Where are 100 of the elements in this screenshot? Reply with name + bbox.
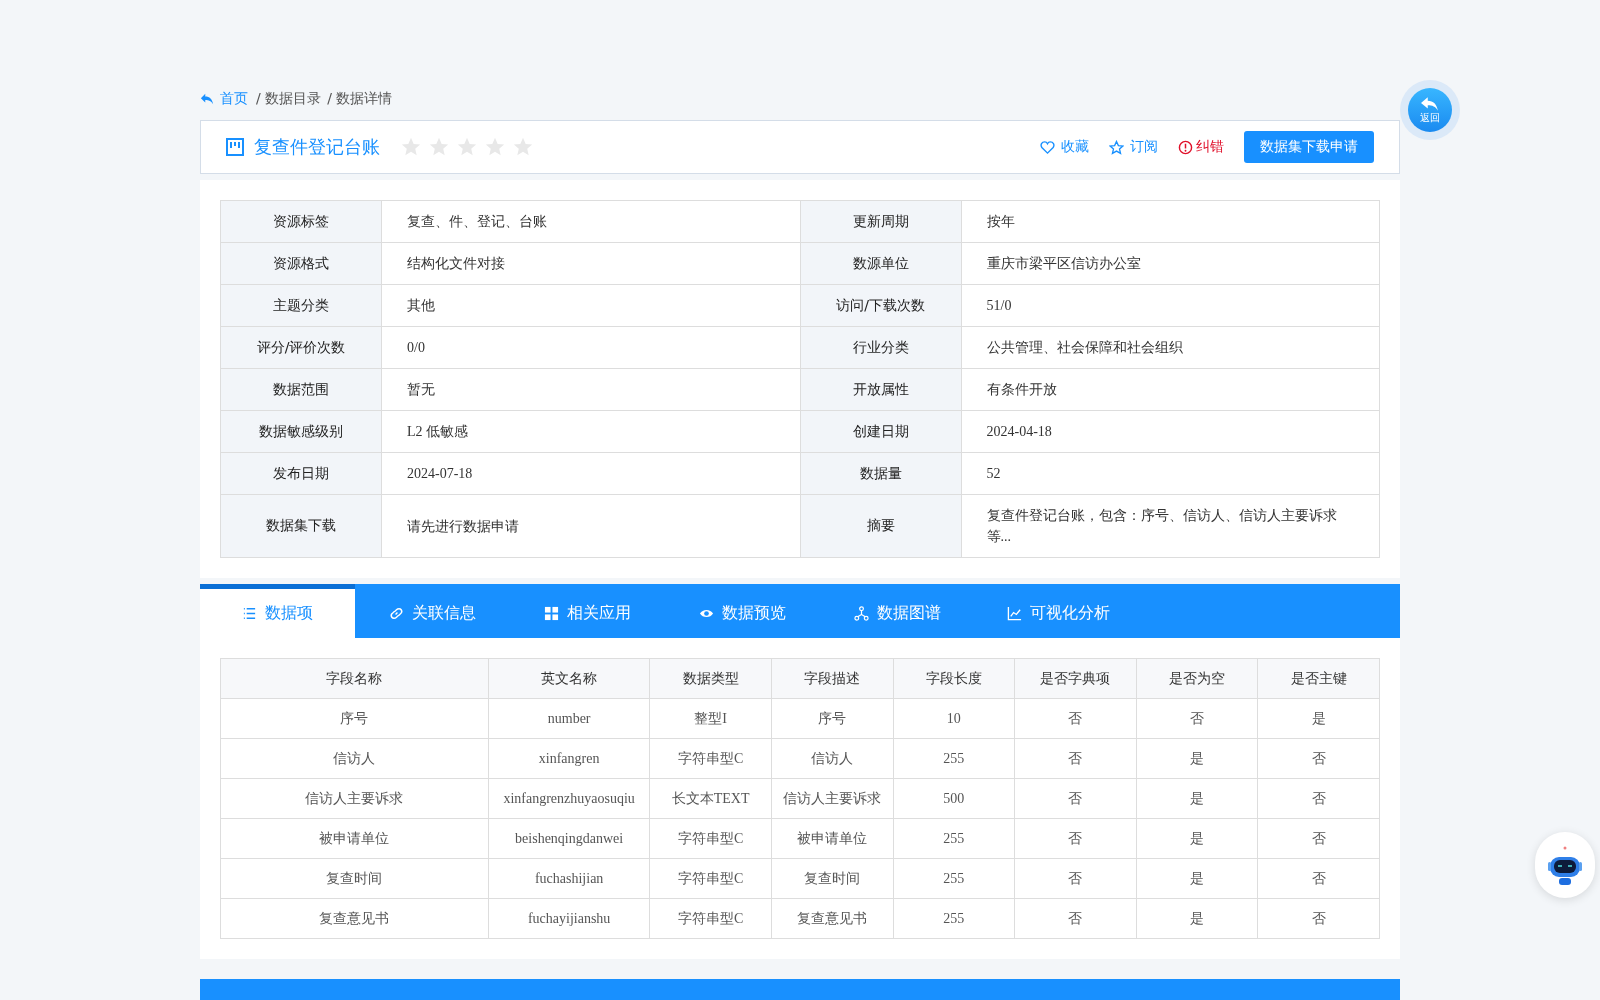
table-cell: 否: [1014, 898, 1137, 939]
field-label: 摘要: [800, 495, 962, 558]
back-button[interactable]: 返回: [1408, 88, 1452, 132]
tab[interactable]: 数据项: [200, 584, 355, 638]
tab[interactable]: 数据图谱: [820, 584, 975, 638]
column-header: 数据类型: [649, 658, 772, 699]
subscribe-link[interactable]: 订阅: [1109, 138, 1158, 156]
field-label: 数据量: [800, 453, 962, 495]
table-cell: 字符串型C: [649, 898, 772, 939]
tab[interactable]: 相关应用: [510, 584, 665, 638]
alert-icon: [1178, 139, 1193, 155]
table-cell: 否: [1014, 698, 1137, 739]
field-value: L2 低敏感: [407, 423, 469, 441]
assistant-button[interactable]: [1535, 832, 1595, 898]
tab[interactable]: 可视化分析: [975, 584, 1142, 638]
field-label: 发布日期: [221, 453, 382, 495]
table-cell: 255: [893, 738, 1015, 779]
field-value: 51/0: [986, 297, 1012, 315]
table-cell: number: [488, 698, 650, 739]
table-cell: xinfangren: [488, 738, 650, 779]
field-value: 复查、件、登记、台账: [407, 213, 547, 231]
field-value: 按年: [986, 213, 1015, 231]
table-cell: beishenqingdanwei: [488, 818, 650, 859]
field-value: 2024-04-18: [986, 423, 1052, 441]
table-cell: 是: [1136, 738, 1258, 779]
download-request-button[interactable]: 数据集下载申请: [1244, 131, 1374, 163]
field-value: 公共管理、社会保障和社会组织: [986, 339, 1183, 357]
breadcrumb-item[interactable]: / 数据目录: [256, 90, 322, 108]
breadcrumb-item[interactable]: / 数据详情: [327, 90, 393, 108]
star-icon: [1109, 139, 1124, 155]
field-value: 请先进行数据申请: [407, 517, 519, 536]
table-cell: 长文本TEXT: [649, 778, 772, 819]
tab[interactable]: 关联信息: [355, 584, 510, 638]
table-cell: 255: [893, 818, 1015, 859]
field-value: 复查件登记台账，包含：序号、信访人、信访人主要诉求等...: [986, 507, 1338, 546]
table-cell: 复查意见书: [771, 898, 894, 939]
field-label: 开放属性: [800, 369, 962, 411]
column-header: 是否字典项: [1014, 658, 1137, 699]
column-header: 英文名称: [488, 658, 650, 699]
table-cell: 字符串型C: [649, 818, 772, 859]
field-label: 更新周期: [800, 201, 962, 243]
table-cell: 信访人主要诉求: [220, 778, 489, 819]
table-cell: 10: [893, 698, 1015, 739]
field-label: 资源格式: [221, 243, 382, 285]
table-cell: 字符串型C: [649, 858, 772, 899]
field-value: 其他: [407, 297, 435, 315]
table-cell: 是: [1136, 898, 1258, 939]
network-icon: [854, 606, 869, 621]
board-icon: [226, 138, 244, 156]
table-cell: 信访人主要诉求: [771, 778, 894, 819]
table-cell: 否: [1257, 778, 1380, 819]
tab[interactable]: 数据预览: [665, 584, 820, 638]
table-cell: 否: [1257, 738, 1380, 779]
list-icon: [242, 606, 257, 621]
line-chart-icon: [1007, 606, 1022, 621]
field-value: 重庆市梁平区信访办公室: [986, 255, 1141, 273]
field-value: 有条件开放: [986, 381, 1057, 399]
favorite-link[interactable]: 收藏: [1040, 138, 1089, 156]
field-label: 主题分类: [221, 285, 382, 327]
table-cell: 是: [1136, 858, 1258, 899]
field-label: 数据敏感级别: [221, 411, 382, 453]
table-cell: 否: [1014, 778, 1137, 819]
field-label: 数据集下载: [221, 495, 382, 558]
table-cell: 否: [1257, 898, 1380, 939]
column-header: 是否主键: [1257, 658, 1380, 699]
table-cell: 是: [1257, 698, 1380, 739]
table-cell: 255: [893, 898, 1015, 939]
table-cell: 是: [1136, 818, 1258, 859]
column-header: 字段名称: [220, 658, 489, 699]
table-cell: 否: [1136, 698, 1258, 739]
column-header: 是否为空: [1136, 658, 1258, 699]
report-error-link[interactable]: 纠错: [1178, 138, 1224, 156]
table-cell: 255: [893, 858, 1015, 899]
table-cell: 信访人: [220, 738, 489, 779]
table-cell: 否: [1257, 858, 1380, 899]
table-cell: 被申请单位: [220, 818, 489, 859]
link-icon: [389, 606, 404, 621]
table-cell: 否: [1014, 818, 1137, 859]
field-value: 0/0: [407, 339, 425, 357]
table-cell: 复查时间: [771, 858, 894, 899]
field-value: 52: [986, 465, 1001, 483]
reply-icon: [1421, 97, 1439, 111]
field-label: 评分/评价次数: [221, 327, 382, 369]
table-cell: 序号: [771, 698, 894, 739]
table-cell: 否: [1257, 818, 1380, 859]
breadcrumb-link[interactable]: 首页: [220, 90, 248, 108]
field-label: 访问/下载次数: [800, 285, 962, 327]
grid-icon: [544, 606, 559, 621]
table-cell: 整型I: [649, 698, 772, 739]
table-cell: 是: [1136, 778, 1258, 819]
table-cell: 否: [1014, 858, 1137, 899]
dataset-title: 复查件登记台账: [254, 135, 380, 159]
table-cell: 500: [893, 778, 1015, 819]
field-value: 2024-07-18: [407, 465, 473, 483]
field-value: 结构化文件对接: [407, 255, 505, 273]
table-cell: 字符串型C: [649, 738, 772, 779]
table-cell: 否: [1014, 738, 1137, 779]
table-cell: 复查意见书: [220, 898, 489, 939]
column-header: 字段长度: [893, 658, 1015, 699]
table-cell: 被申请单位: [771, 818, 894, 859]
